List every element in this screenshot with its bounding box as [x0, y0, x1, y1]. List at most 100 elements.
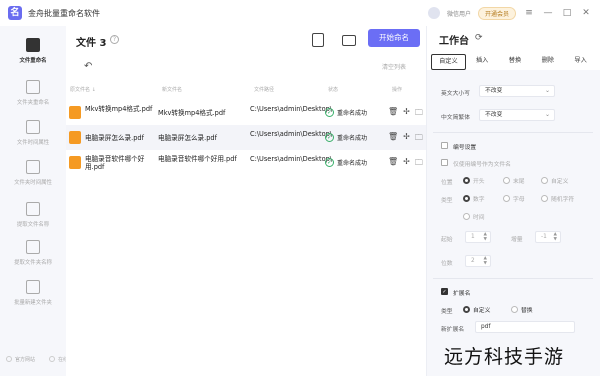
extension-checkbox[interactable]: ✓	[441, 288, 448, 295]
divider	[433, 278, 593, 279]
type-letter-radio[interactable]: 字母	[503, 194, 525, 203]
folder-time-icon	[26, 160, 40, 174]
check-icon: ✓	[325, 158, 334, 167]
start-stepper[interactable]: 1 ▲ ▼	[465, 231, 491, 243]
batch-new-folder-icon	[26, 280, 40, 294]
table-row[interactable]: Mkv转换mp4格式.pdf Mkv转换mp4格式.pdf C:\Users\a…	[66, 100, 426, 125]
digits-stepper[interactable]: 2 ▲ ▼	[465, 255, 491, 267]
sidebar-item-file-time[interactable]: 文件时间属性	[0, 120, 66, 146]
service-icon	[49, 356, 56, 362]
position-end-radio[interactable]: 末尾	[503, 176, 525, 185]
check-icon: ✓	[325, 133, 334, 142]
column-header-actions: 操作	[392, 86, 403, 93]
case-convert-select[interactable]: 不改变 ⌄	[479, 85, 555, 97]
new-name: Mkv转换mp4格式.pdf	[158, 109, 226, 117]
step-stepper[interactable]: -1 ▲ ▼	[535, 231, 561, 243]
original-name: 电脑录屏怎么录.pdf	[85, 134, 144, 142]
sidebar-item-folder-rename[interactable]: 文件夹重命名	[0, 80, 66, 106]
column-header-status: 状态	[328, 86, 339, 93]
sidebar-item-file-rename[interactable]: 文件重命名	[0, 38, 66, 64]
open-folder-icon[interactable]: 🗀	[415, 157, 423, 171]
tab-replace[interactable]: 替换	[499, 54, 532, 70]
app-window: 名 金舟批量重命名软件 微信用户 开通会员 ≡ — □ ✕ 文件重命名 文件夹重…	[0, 0, 600, 376]
divider	[433, 132, 593, 133]
official-site-link[interactable]: 官方网站	[6, 356, 35, 363]
extension-custom-radio[interactable]: 自定义	[463, 305, 490, 314]
delete-icon[interactable]: 🗑	[388, 107, 398, 121]
move-icon[interactable]: ✢	[403, 107, 410, 121]
help-icon[interactable]: ?	[110, 35, 119, 44]
extension-label: 扩展名	[453, 291, 471, 297]
only-number-checkbox[interactable]	[441, 159, 448, 166]
add-folder-icon[interactable]	[342, 35, 356, 46]
numbering-label: 编号设置	[453, 145, 477, 151]
undo-icon[interactable]: ↶	[84, 61, 92, 72]
file-path: C:\Users\admin\Desktop\	[250, 105, 333, 113]
vip-button[interactable]: 开通会员	[477, 6, 516, 20]
avatar[interactable]	[427, 7, 440, 19]
clear-list-button[interactable]: 清空列表	[382, 62, 406, 71]
step-label: 增量	[511, 237, 523, 243]
start-label: 起始	[441, 237, 453, 243]
row-actions: 🗑 ✢ 🗀	[388, 157, 423, 171]
sidebar-item-folder-time[interactable]: 文件夹时间属性	[0, 160, 66, 186]
close-icon[interactable]: ✕	[580, 8, 592, 18]
sidebar-item-label: 文件时间属性	[16, 140, 50, 146]
tab-delete[interactable]: 删除	[531, 54, 564, 70]
sidebar-item-extract-file-name[interactable]: 提取文件名称	[0, 202, 66, 228]
status-badge: ✓ 重命名成功	[325, 133, 368, 142]
table-header: 原文件名 ↓ 新文件名 文件路径 状态 操作	[66, 82, 426, 96]
tab-import[interactable]: 导入	[564, 54, 597, 70]
chevron-down-icon: ⌄	[544, 87, 550, 94]
sidebar-item-batch-new-folder[interactable]: 批量新建文件夹	[0, 280, 66, 306]
user-name[interactable]: 微信用户	[447, 9, 471, 18]
extension-replace-radio[interactable]: 替换	[511, 305, 533, 314]
workbench-title: 工作台	[439, 36, 469, 47]
delete-icon[interactable]: 🗑	[388, 132, 398, 146]
globe-icon	[6, 356, 12, 362]
table-row[interactable]: 电脑录音软件哪个好用.pdf 电脑录音软件哪个好用.pdf C:\Users\a…	[66, 150, 426, 175]
stepper-arrows-icon[interactable]: ▲ ▼	[484, 256, 487, 266]
workbench-panel: 工作台 ⟳ 自定义 插入 替换 删除 导入 英文大小写 不改变 ⌄ 中文简繁体 不…	[426, 26, 600, 376]
table-row[interactable]: 电脑录屏怎么录.pdf 电脑录屏怎么录.pdf C:\Users\admin\D…	[66, 125, 426, 150]
sidebar-item-extract-folder-name[interactable]: 提取文件夹名称	[0, 240, 66, 266]
add-file-icon[interactable]	[312, 33, 324, 47]
type-number-radio[interactable]: 数字	[463, 194, 485, 203]
minimize-icon[interactable]: —	[542, 8, 554, 18]
tab-custom[interactable]: 自定义	[431, 54, 466, 70]
sidebar-item-label: 文件重命名	[19, 58, 47, 64]
maximize-icon[interactable]: □	[561, 8, 573, 18]
simp-trad-select[interactable]: 不改变 ⌄	[479, 109, 555, 121]
check-icon: ✓	[325, 108, 334, 117]
column-header-original[interactable]: 原文件名 ↓	[70, 86, 96, 93]
start-rename-button[interactable]: 开始命名	[368, 29, 420, 47]
sidebar-item-label: 批量新建文件夹	[14, 300, 52, 306]
numbering-checkbox[interactable]	[441, 142, 448, 149]
new-name: 电脑录音软件哪个好用.pdf	[158, 155, 237, 163]
pdf-file-icon	[69, 131, 81, 144]
type-random-radio[interactable]: 随机字符	[541, 194, 574, 203]
tab-insert[interactable]: 插入	[466, 54, 499, 70]
extension-type-label: 类型	[441, 309, 453, 315]
refresh-icon[interactable]: ⟳	[475, 33, 483, 43]
menu-icon[interactable]: ≡	[523, 8, 535, 18]
stepper-arrows-icon[interactable]: ▲ ▼	[484, 232, 487, 242]
open-folder-icon[interactable]: 🗀	[415, 107, 423, 121]
file-count-title: 文件 3	[76, 38, 107, 49]
pdf-file-icon	[69, 106, 81, 119]
move-icon[interactable]: ✢	[403, 157, 410, 171]
position-start-radio[interactable]: 开头	[463, 176, 485, 185]
open-folder-icon[interactable]: 🗀	[415, 132, 423, 146]
row-actions: 🗑 ✢ 🗀	[388, 132, 423, 146]
sidebar-item-label: 文件夹时间属性	[14, 180, 52, 186]
position-custom-radio[interactable]: 自定义	[541, 176, 568, 185]
stepper-arrows-icon[interactable]: ▲ ▼	[554, 232, 557, 242]
new-extension-field[interactable]: pdf	[475, 321, 575, 333]
delete-icon[interactable]: 🗑	[388, 157, 398, 171]
file-time-icon	[26, 120, 40, 134]
type-time-radio[interactable]: 时间	[463, 212, 485, 221]
move-icon[interactable]: ✢	[403, 132, 410, 146]
position-label: 位置	[441, 180, 453, 186]
extract-folder-name-icon	[26, 240, 40, 254]
workbench-tabs: 自定义 插入 替换 删除 导入	[431, 54, 597, 70]
